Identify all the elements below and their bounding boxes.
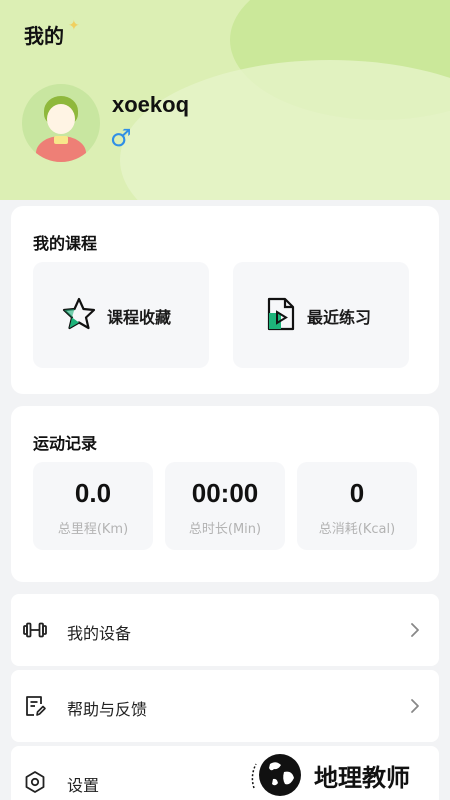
help-feedback-row[interactable]: 帮助与反馈 (11, 670, 439, 742)
help-feedback-label: 帮助与反馈 (67, 700, 148, 719)
exercise-record-title: 运动记录 (33, 434, 98, 453)
practice-file-icon (267, 297, 295, 331)
my-devices-label: 我的设备 (67, 624, 132, 643)
total-distance-stat: 0.0 总里程(Km) (33, 462, 153, 550)
total-duration-value: 00:00 (191, 478, 259, 508)
username[interactable]: xoekoq (112, 92, 189, 118)
course-favorites-button[interactable]: 课程收藏 (33, 262, 209, 368)
watermark: 地理教师 (248, 748, 448, 800)
total-calories-value: 0 (349, 478, 365, 508)
star-icon (62, 297, 96, 330)
total-distance-value: 0.0 (74, 478, 112, 508)
my-courses-card: 我的课程 课程收藏 最近练习 (11, 206, 439, 394)
avatar[interactable] (22, 84, 100, 162)
page-title: 我的 (24, 24, 64, 48)
recent-practice-label: 最近练习 (307, 308, 372, 327)
total-duration-label: 总时长(Min) (188, 522, 262, 537)
exercise-record-card: 运动记录 0.0 总里程(Km) 00:00 总时长(Min) 0 总消耗(Kc… (11, 406, 439, 582)
my-devices-row[interactable]: 我的设备 (11, 594, 439, 666)
settings-icon (25, 771, 45, 793)
chevron-right-icon (411, 699, 419, 713)
total-calories-stat: 0 总消耗(Kcal) (297, 462, 417, 550)
course-favorites-label: 课程收藏 (107, 308, 172, 327)
settings-label: 设置 (67, 776, 100, 795)
total-distance-label: 总里程(Km) (57, 522, 129, 537)
my-courses-title: 我的课程 (33, 234, 98, 253)
watermark-text: 地理教师 (314, 764, 410, 792)
feedback-icon (26, 696, 46, 716)
male-gender-icon: ♂ (110, 124, 132, 152)
recent-practice-button[interactable]: 最近练习 (233, 262, 409, 368)
total-duration-stat: 00:00 总时长(Min) (165, 462, 285, 550)
globe-logo-icon (251, 754, 301, 796)
sparkle-icon: ✦ (68, 18, 80, 34)
dumbbell-icon (23, 622, 47, 638)
chevron-right-icon (411, 623, 419, 637)
total-calories-label: 总消耗(Kcal) (318, 522, 396, 537)
